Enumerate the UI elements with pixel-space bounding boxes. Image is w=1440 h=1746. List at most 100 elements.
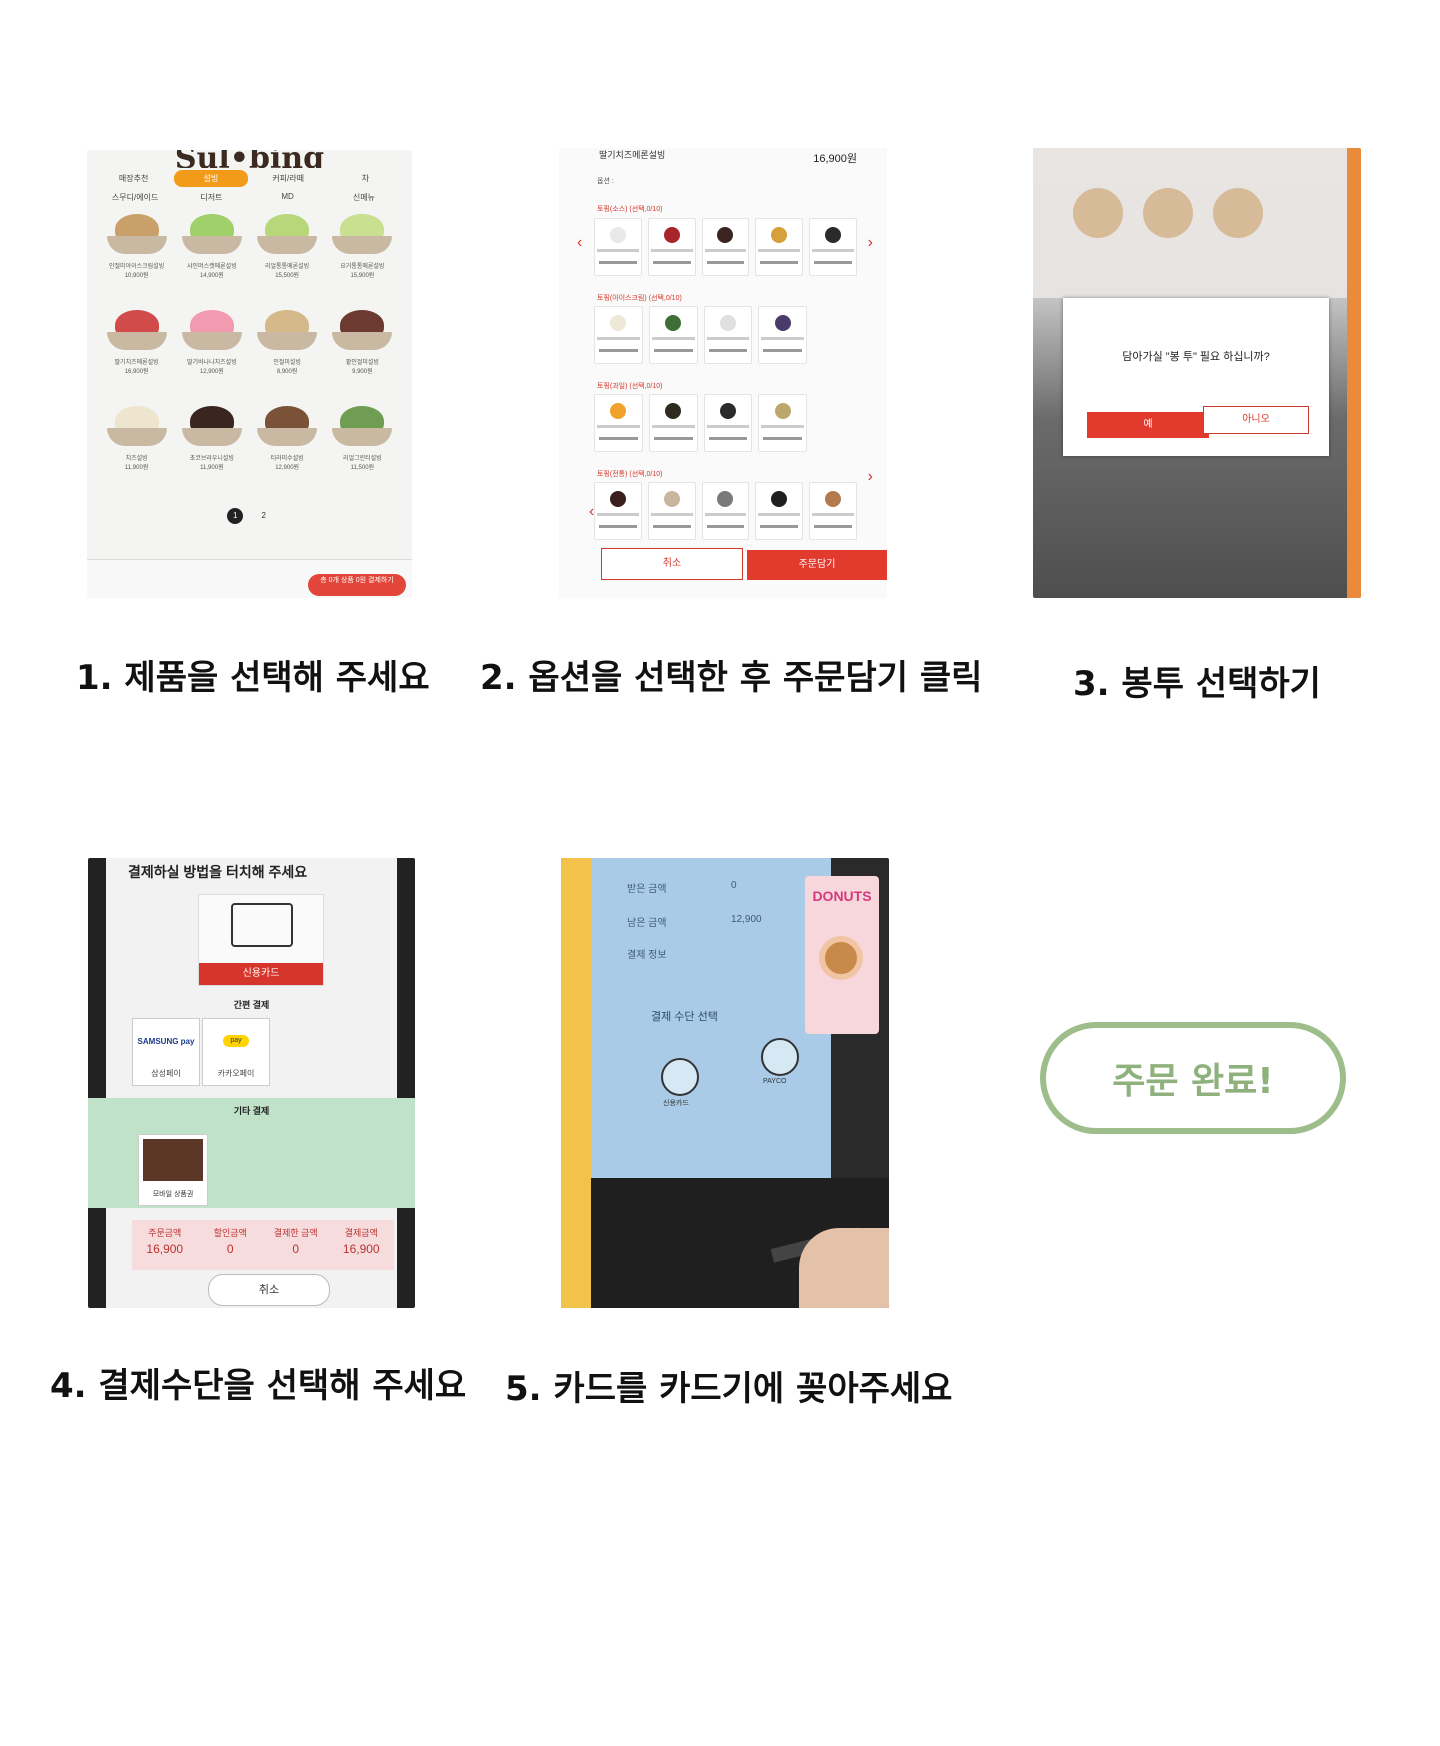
cancel-button[interactable]: 취소 <box>208 1274 330 1306</box>
bingsu-image <box>255 402 319 450</box>
bingsu-image <box>105 306 169 354</box>
option-item[interactable] <box>703 306 753 364</box>
product-price: 16,900원 <box>813 153 857 165</box>
tab-dessert[interactable]: 디저트 <box>173 192 249 203</box>
simple-pay-title: 간편 결제 <box>233 1000 270 1010</box>
step3-photo: 담아가실 "봉 투" 필요 하십니까? 예 아니오 <box>1033 148 1361 598</box>
payco-option-icon[interactable] <box>761 1038 799 1076</box>
chevron-right-icon[interactable]: › <box>868 468 873 486</box>
option-item[interactable] <box>703 394 753 452</box>
menu-item[interactable]: 리얼통통메론설빙 15,500원 <box>252 210 323 300</box>
donut-image <box>819 936 863 980</box>
kiosk-screen: 받은 금액 0 남은 금액 12,900 결제 정보 결제 수단 선택 신용카드… <box>591 858 831 1178</box>
menu-item-name: 리얼그린티설빙 <box>343 456 382 462</box>
chevron-right-icon[interactable]: › <box>868 234 873 252</box>
samsung-pay-button[interactable]: SAMSUNG pay 삼성페이 <box>132 1018 200 1086</box>
payment-summary: 주문금액 16,900 할인금액 0 결제한 금액 0 결제금액 16,900 <box>132 1220 394 1270</box>
menu-item[interactable]: 샤인머스캣메론설빙 14,900원 <box>176 210 247 300</box>
summary-item: 주문금액 16,900 <box>146 1228 184 1256</box>
step4-caption: 4. 결제수단을 선택해 주세요 <box>50 1366 467 1406</box>
bingsu-image <box>180 402 244 450</box>
page-2-button[interactable]: 2 <box>256 508 272 524</box>
tab-coffee[interactable]: 커피/라떼 <box>252 170 325 187</box>
tab-new[interactable]: 신메뉴 <box>326 192 402 203</box>
payment-select-title: 결제 수단 선택 <box>651 1011 718 1023</box>
tab-smoothie[interactable]: 스무디/에이드 <box>97 192 173 203</box>
kiosk-frame-right <box>397 858 415 1308</box>
yes-button[interactable]: 예 <box>1087 412 1209 438</box>
menu-item[interactable]: 리얼그린티설빙 11,500원 <box>327 402 398 492</box>
cancel-button[interactable]: 취소 <box>601 548 743 580</box>
tab-tea[interactable]: 차 <box>329 170 402 187</box>
menu-item[interactable]: 초코브라우니설빙 11,900원 <box>176 402 247 492</box>
option-item[interactable] <box>594 306 643 364</box>
tab-md[interactable]: MD <box>250 192 326 203</box>
menu-item-name: 팥인절미설빙 <box>345 360 379 366</box>
mobile-gift-button[interactable]: 모바일 상품권 <box>138 1134 208 1206</box>
option-item[interactable] <box>701 482 750 540</box>
option-row-fruit <box>594 394 807 452</box>
option-item[interactable] <box>755 482 804 540</box>
menu-item[interactable]: 티라미수설빙 12,900원 <box>252 402 323 492</box>
menu-item-price: 14,900원 <box>199 273 224 279</box>
chevron-left-icon[interactable]: ‹ <box>589 503 594 521</box>
option-item[interactable] <box>647 218 696 276</box>
remaining-amount-label: 남은 금액 <box>627 918 667 929</box>
option-item[interactable] <box>809 482 857 540</box>
menu-item[interactable]: 치즈설빙 11,900원 <box>101 402 172 492</box>
side-poster <box>561 858 591 1308</box>
menu-item-name: 티라미수설빙 <box>270 456 304 462</box>
menu-item-price: 15,500원 <box>275 273 300 279</box>
option-item[interactable] <box>648 394 698 452</box>
pay-button[interactable]: 총 0개 상품 0원 결제하기 <box>308 574 406 596</box>
menu-item[interactable]: 인절미아이스크림설빙 10,900원 <box>101 210 172 300</box>
menu-item-price: 11,500원 <box>350 465 375 471</box>
tab-bingsu[interactable]: 설빙 <box>174 170 248 187</box>
option-item[interactable] <box>594 394 643 452</box>
bottom-bar: 총 0개 상품 0원 결제하기 <box>87 559 412 598</box>
bingsu-image <box>255 306 319 354</box>
poster-title: DONUTS <box>812 888 872 904</box>
menu-item-name: 인절미설빙 <box>273 360 301 366</box>
menu-item-price: 10,900원 <box>124 273 149 279</box>
step1-photo: Sul•bing 매장추천 설빙 커피/라떼 차 스무디/에이드 디저트 MD … <box>87 150 412 598</box>
option-item[interactable] <box>758 306 807 364</box>
menu-item[interactable]: 딸기바나나치즈설빙 12,900원 <box>176 306 247 396</box>
option-item[interactable] <box>647 482 696 540</box>
credit-card-button[interactable]: 신용카드 <box>198 894 324 986</box>
bingsu-image <box>180 210 244 258</box>
option-item[interactable] <box>648 306 698 364</box>
option-item[interactable] <box>594 218 642 276</box>
credit-card-option-icon[interactable] <box>661 1058 699 1096</box>
option-item[interactable] <box>758 394 807 452</box>
tab-store-recommend[interactable]: 매장추천 <box>97 170 170 187</box>
option-row-traditional <box>594 482 857 540</box>
section-fruit: 토핑(과일) (선택,0/10) <box>597 383 663 390</box>
kakao-pay-button[interactable]: pay 카카오페이 <box>202 1018 270 1086</box>
kakao-pay-label: 카카오페이 <box>217 1069 255 1078</box>
menu-item[interactable]: 딸기치즈메론설빙 16,900원 <box>101 306 172 396</box>
page-1-button[interactable]: 1 <box>227 508 244 524</box>
option-row-icecream <box>594 306 807 364</box>
credit-card-option-label: 신용카드 <box>663 1100 689 1107</box>
option-item[interactable] <box>809 218 857 276</box>
add-to-order-button[interactable]: 주문담기 <box>747 550 887 580</box>
option-item[interactable] <box>594 482 642 540</box>
kiosk-frame <box>1347 148 1361 598</box>
menu-item[interactable]: 요거통통메론설빙 15,900원 <box>327 210 398 300</box>
product-title: 딸기치즈메론설빙 <box>599 150 666 160</box>
bingsu-image <box>255 210 319 258</box>
bingsu-image <box>330 210 394 258</box>
no-button[interactable]: 아니오 <box>1203 406 1309 434</box>
menu-item-price: 11,900원 <box>200 465 224 471</box>
option-item[interactable] <box>701 218 750 276</box>
menu-item-price: 11,900원 <box>124 465 149 471</box>
option-item[interactable] <box>755 218 804 276</box>
order-complete-button[interactable]: 주문 완료! <box>1040 1022 1346 1134</box>
menu-item-price: 15,900원 <box>350 273 375 279</box>
chevron-left-icon[interactable]: ‹ <box>577 234 582 252</box>
menu-item[interactable]: 팥인절미설빙 9,900원 <box>327 306 398 396</box>
menu-item-name: 요거통통메론설빙 <box>340 264 385 270</box>
menu-item[interactable]: 인절미설빙 8,900원 <box>252 306 323 396</box>
bingsu-image <box>330 306 394 354</box>
